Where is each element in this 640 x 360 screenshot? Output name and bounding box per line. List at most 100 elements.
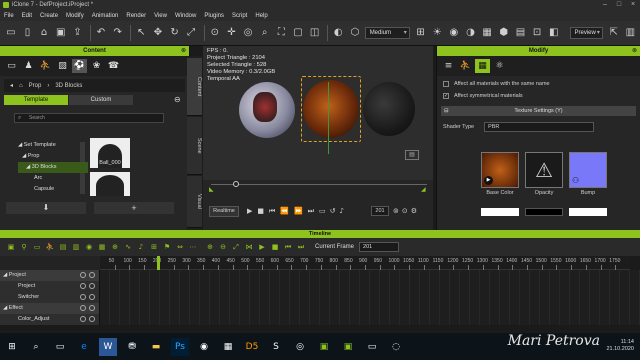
screenshot-icon[interactable]: ▤: [514, 26, 528, 40]
track-label[interactable]: Color_Adjust: [0, 313, 100, 325]
tab-material-icon[interactable]: ❀: [89, 59, 104, 73]
base-color-slot[interactable]: ▶: [481, 152, 519, 188]
photoshop-icon[interactable]: Ps: [171, 337, 189, 356]
tl-stop-icon[interactable]: ■: [270, 242, 280, 252]
scrub-track[interactable]: [211, 184, 427, 185]
collapse-icon[interactable]: ⊖: [174, 95, 181, 105]
wireframe-icon[interactable]: ⬡: [348, 26, 362, 40]
menu-modify[interactable]: Modify: [66, 13, 84, 19]
store-icon[interactable]: ⛃: [123, 338, 141, 356]
track-label[interactable]: ◢ Project: [0, 269, 100, 281]
character-creator-icon[interactable]: ▣: [339, 338, 357, 356]
affect-same-name-checkbox[interactable]: Affect all materials with the same name: [443, 80, 634, 88]
menu-render[interactable]: Render: [126, 13, 146, 19]
app-icon[interactable]: ◌: [387, 338, 405, 356]
skype-icon[interactable]: S: [267, 338, 285, 356]
menu-plugins[interactable]: Plugins: [204, 13, 224, 19]
tab-attributes-icon[interactable]: ≡: [441, 59, 456, 73]
preview-dropdown[interactable]: Preview: [569, 27, 603, 39]
undo-icon[interactable]: ↶: [94, 26, 108, 40]
tab-custom[interactable]: Custom: [69, 95, 133, 105]
texture-settings-header[interactable]: ⊟ Texture Settings (Y): [441, 106, 636, 116]
side-tab-content[interactable]: Content: [187, 58, 202, 116]
menu-window[interactable]: Window: [175, 13, 196, 19]
move-icon[interactable]: ✥: [151, 26, 165, 40]
menu-view[interactable]: View: [154, 13, 167, 19]
tab-avatar-icon[interactable]: ♟: [21, 59, 36, 73]
tree-item-capsule[interactable]: Capsule: [18, 184, 88, 195]
color-swatch-white-2[interactable]: [569, 208, 607, 216]
export-icon[interactable]: ⇪: [71, 26, 85, 40]
camera-zoom-icon[interactable]: ⌕: [258, 26, 272, 40]
tab-physics-icon[interactable]: ⚛: [492, 59, 507, 73]
tl-expand-icon[interactable]: ⇔: [175, 242, 185, 252]
panel-close-icon[interactable]: ⊗: [181, 46, 186, 56]
track-visible-icon[interactable]: [89, 304, 95, 311]
track-mute-icon[interactable]: [80, 271, 86, 278]
range-start-marker[interactable]: ◣: [209, 186, 217, 193]
track-label[interactable]: Switcher: [0, 291, 100, 303]
frame-input[interactable]: 201: [371, 206, 389, 216]
tl-clip-icon[interactable]: ▤: [58, 242, 68, 252]
menu-animation[interactable]: Animation: [92, 13, 119, 19]
color-swatch-black[interactable]: [525, 208, 563, 216]
track-mute-icon[interactable]: [80, 304, 86, 311]
rotate-icon[interactable]: ↻: [168, 26, 182, 40]
shadow-icon[interactable]: ◑: [464, 26, 478, 40]
range-end-marker[interactable]: ◢: [421, 186, 429, 193]
tab-template[interactable]: Template: [4, 95, 68, 105]
camera-move-icon[interactable]: ✛: [225, 26, 239, 40]
timeline-track[interactable]: ◢ Effect: [0, 302, 640, 314]
tl-filter-icon[interactable]: ⚲: [19, 242, 29, 252]
camera-view-icon[interactable]: ▢: [291, 26, 305, 40]
checkbox-box[interactable]: ✓: [443, 93, 449, 99]
tab-scene-icon[interactable]: ▨: [55, 59, 70, 73]
realtime-dropdown[interactable]: Realtime: [209, 206, 239, 217]
tl-key-icon[interactable]: ▣: [6, 242, 16, 252]
opacity-slot[interactable]: ⚠: [525, 152, 563, 188]
panel-close-icon[interactable]: ⊗: [632, 46, 637, 56]
app-icon[interactable]: ▭: [363, 338, 381, 356]
playbar-settings-icons[interactable]: ⊚⊙⚙: [393, 206, 420, 217]
viewport-chat-icon[interactable]: ▤: [405, 150, 419, 160]
current-frame-input[interactable]: 201: [359, 242, 400, 252]
track-visible-icon[interactable]: [89, 293, 95, 300]
track-lane[interactable]: [100, 269, 640, 281]
tl-motion-icon[interactable]: ⛹: [45, 242, 55, 252]
tl-sound-icon[interactable]: ♪: [136, 242, 146, 252]
breadcrumb-3d-blocks[interactable]: 3D Blocks: [55, 83, 82, 89]
tl-zoom-in-icon[interactable]: ⊕: [205, 242, 215, 252]
edge-icon[interactable]: e: [75, 338, 93, 356]
tl-add-icon[interactable]: ⊕: [110, 242, 120, 252]
shader-type-dropdown[interactable]: PBR: [484, 122, 595, 132]
menu-help[interactable]: Help: [255, 13, 267, 19]
tl-camera-icon[interactable]: ▭: [32, 242, 42, 252]
track-lane[interactable]: [100, 313, 640, 325]
tab-project-icon[interactable]: ▭: [4, 59, 19, 73]
export-render-icon[interactable]: ⇱: [607, 26, 621, 40]
tl-track-icon[interactable]: ▦: [97, 242, 107, 252]
open-folder-icon[interactable]: ▭: [4, 26, 18, 40]
maximize-button[interactable]: □: [612, 0, 626, 10]
3d-viewport[interactable]: FPS : 0. Project Triangle : 2104 Selecte…: [203, 46, 433, 180]
minimize-button[interactable]: –: [598, 0, 612, 10]
camera-orbit-icon[interactable]: ◎: [241, 26, 255, 40]
track-mute-icon[interactable]: [80, 293, 86, 300]
track-visible-icon[interactable]: [89, 282, 95, 289]
tree-item-3d-blocks[interactable]: ◢ 3D Blocks: [18, 162, 88, 173]
dark-sphere[interactable]: [363, 82, 415, 136]
select-icon[interactable]: ↖: [134, 26, 148, 40]
tl-next-icon[interactable]: ⏭: [296, 242, 306, 252]
light-icon[interactable]: ☀: [430, 26, 444, 40]
track-lane[interactable]: [100, 291, 640, 303]
timeline-track[interactable]: Project: [0, 280, 640, 292]
transport-controls[interactable]: ▶■⏮⏪⏩⏭: [247, 206, 319, 217]
grid-icon[interactable]: ⊞: [414, 26, 428, 40]
track-label[interactable]: ◢ Effect: [0, 302, 100, 314]
record-icon[interactable]: ⊡: [530, 26, 544, 40]
track-label[interactable]: Project: [0, 280, 100, 292]
affect-symmetrical-checkbox[interactable]: ✓ Affect symmetrical materials: [443, 92, 634, 100]
menu-create[interactable]: Create: [40, 13, 58, 19]
folder-icon[interactable]: ▬: [147, 338, 165, 356]
tl-flag-icon[interactable]: ⚑: [162, 242, 172, 252]
